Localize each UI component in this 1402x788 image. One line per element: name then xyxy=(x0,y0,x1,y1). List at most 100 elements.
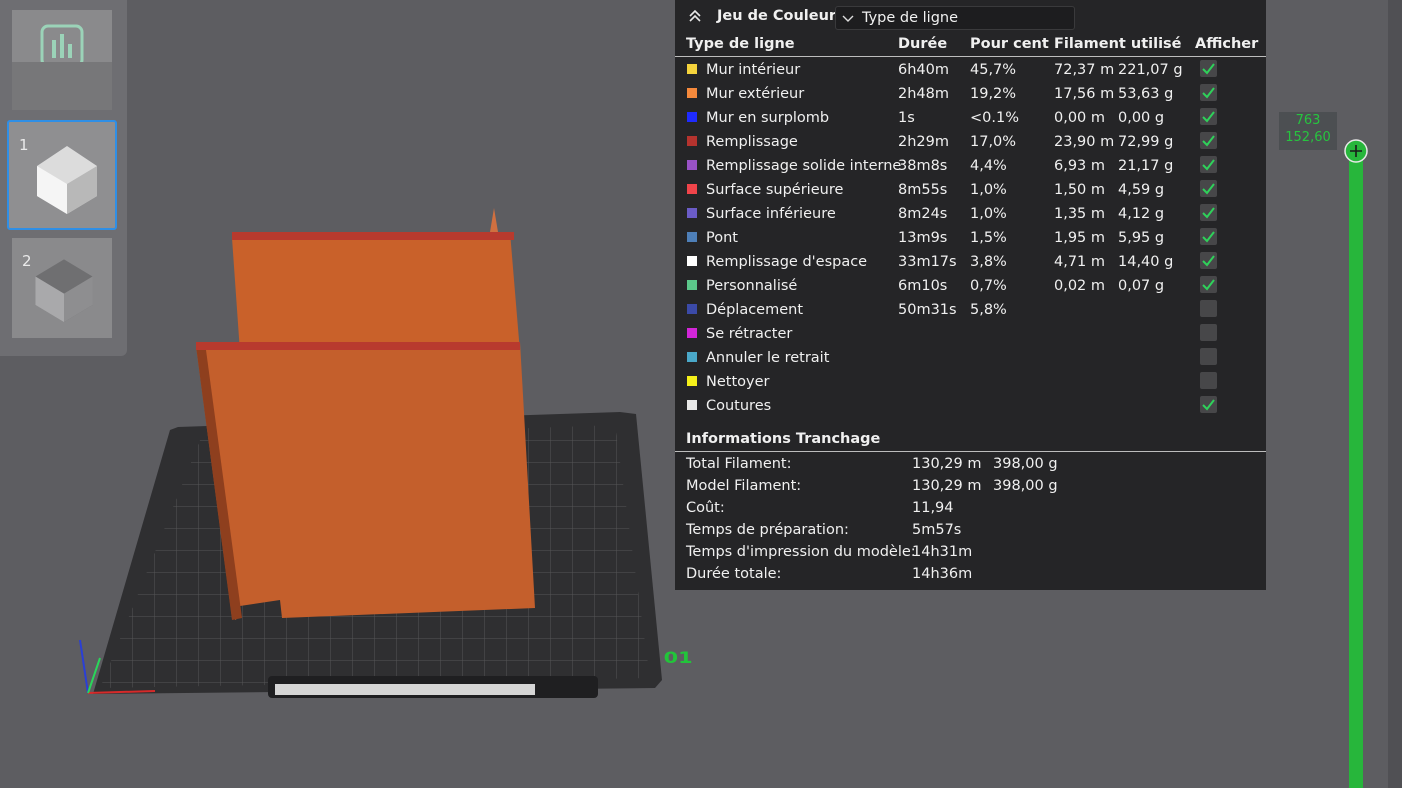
right-scrollbar[interactable] xyxy=(1388,0,1402,788)
plate-number-label: 01 xyxy=(663,648,693,667)
color-swatch xyxy=(687,88,697,98)
view-mode-dropdown[interactable]: Type de ligne xyxy=(835,6,1075,30)
plate-label-strip xyxy=(275,684,535,695)
duration-value: 38m8s xyxy=(898,158,948,174)
view-mode-value: Type de ligne xyxy=(862,10,959,26)
info-value-1: 130,29 m xyxy=(912,456,982,472)
model-back-wall xyxy=(232,232,520,352)
filament-weight: 4,59 g xyxy=(1118,182,1165,198)
info-value-1: 11,94 xyxy=(912,500,954,516)
layer-slider-track[interactable] xyxy=(1349,150,1363,788)
color-swatch xyxy=(687,184,697,194)
line-type-name: Remplissage solide interne xyxy=(706,158,902,174)
color-swatch xyxy=(687,352,697,362)
line-type-name: Nettoyer xyxy=(706,374,770,390)
color-swatch xyxy=(687,400,697,410)
checkmark-icon xyxy=(1202,183,1215,195)
show-checkbox[interactable] xyxy=(1200,228,1217,245)
collapse-icon[interactable] xyxy=(687,8,703,24)
show-checkbox[interactable] xyxy=(1200,108,1217,125)
line-type-name: Remplissage d'espace xyxy=(706,254,868,270)
legend-row: Surface supérieure 8m55s 1,0% 1,50 m 4,59 g xyxy=(675,178,1266,202)
slice-info-row: Durée totale: 14h36m xyxy=(675,563,1266,585)
checkmark-icon xyxy=(1202,63,1215,75)
percent-value: 19,2% xyxy=(970,86,1017,102)
line-type-name: Mur extérieur xyxy=(706,86,805,102)
duration-value: 6h40m xyxy=(898,62,949,78)
duration-value: 13m9s xyxy=(898,230,948,246)
slice-info-row: Coût: 11,94 xyxy=(675,497,1266,519)
plate-preview-image xyxy=(35,259,93,323)
show-checkbox[interactable] xyxy=(1200,348,1217,365)
divider xyxy=(675,56,1266,57)
show-checkbox[interactable] xyxy=(1200,180,1217,197)
color-swatch xyxy=(687,304,697,314)
filament-length: 1,95 m xyxy=(1054,230,1106,246)
percent-value: 5,8% xyxy=(970,302,1007,318)
layer-slider-label: 763 152,60 xyxy=(1279,112,1337,150)
layer-slider-handle[interactable] xyxy=(1343,138,1369,164)
show-checkbox[interactable] xyxy=(1200,132,1217,149)
info-value-2: 398,00 g xyxy=(993,478,1058,494)
model-top-edge xyxy=(232,232,514,240)
divider xyxy=(675,451,1266,452)
chevron-down-icon xyxy=(842,15,854,22)
show-checkbox[interactable] xyxy=(1200,204,1217,221)
duration-value: 2h29m xyxy=(898,134,949,150)
line-type-name: Mur en surplomb xyxy=(706,110,830,126)
line-type-name: Remplissage xyxy=(706,134,798,150)
percent-value: 0,7% xyxy=(970,278,1007,294)
filament-length: 0,00 m xyxy=(1054,110,1106,126)
filament-weight: 4,12 g xyxy=(1118,206,1165,222)
z-axis xyxy=(79,639,89,694)
info-value-1: 5m57s xyxy=(912,522,962,538)
line-type-name: Personnalisé xyxy=(706,278,798,294)
show-checkbox[interactable] xyxy=(1200,276,1217,293)
info-label: Durée totale: xyxy=(686,566,782,582)
show-checkbox[interactable] xyxy=(1200,372,1217,389)
checkmark-icon xyxy=(1202,399,1215,411)
line-type-name: Déplacement xyxy=(706,302,804,318)
filament-weight: 21,17 g xyxy=(1118,158,1174,174)
line-type-name: Mur intérieur xyxy=(706,62,801,78)
show-checkbox[interactable] xyxy=(1200,156,1217,173)
line-type-name: Surface supérieure xyxy=(706,182,844,198)
legend-row: Remplissage solide interne 38m8s 4,4% 6,93 … xyxy=(675,154,1266,178)
line-type-name: Coutures xyxy=(706,398,772,414)
checkmark-icon xyxy=(1202,159,1215,171)
checkmark-icon xyxy=(1202,87,1215,99)
legend-header-row: Type de ligne Durée Pour cent Filament u… xyxy=(675,32,1266,56)
duration-value: 50m31s xyxy=(898,302,957,318)
filament-weight: 221,07 g xyxy=(1118,62,1183,78)
info-value-2: 398,00 g xyxy=(993,456,1058,472)
plate-thumbnail-2[interactable]: 2 xyxy=(12,238,112,338)
percent-value: 1,0% xyxy=(970,182,1007,198)
legend-row: Personnalisé 6m10s 0,7% 0,02 m 0,07 g xyxy=(675,274,1266,298)
show-checkbox[interactable] xyxy=(1200,252,1217,269)
color-swatch xyxy=(687,208,697,218)
show-checkbox[interactable] xyxy=(1200,60,1217,77)
percent-value: <0.1% xyxy=(970,110,1019,126)
show-checkbox[interactable] xyxy=(1200,84,1217,101)
legend-row: Pont 13m9s 1,5% 1,95 m 5,95 g xyxy=(675,226,1266,250)
color-swatch xyxy=(687,136,697,146)
col-header-show: Afficher xyxy=(1195,36,1259,52)
checkmark-icon xyxy=(1202,207,1215,219)
plate-preview-image xyxy=(37,146,97,214)
filament-length: 1,50 m xyxy=(1054,182,1106,198)
show-checkbox[interactable] xyxy=(1200,396,1217,413)
percent-value: 1,5% xyxy=(970,230,1007,246)
slice-stats-button[interactable] xyxy=(12,10,112,110)
color-swatch xyxy=(687,328,697,338)
model-front-top-edge xyxy=(196,342,520,350)
legend-row: Remplissage d'espace 33m17s 3,8% 4,71 m 14,4… xyxy=(675,250,1266,274)
legend-row: Déplacement 50m31s 5,8% xyxy=(675,298,1266,322)
duration-value: 33m17s xyxy=(898,254,957,270)
line-type-name: Surface inférieure xyxy=(706,206,836,222)
color-swatch xyxy=(687,232,697,242)
filament-weight: 14,40 g xyxy=(1118,254,1174,270)
color-swatch xyxy=(687,376,697,386)
plate-thumbnail-1[interactable]: 1 xyxy=(7,120,117,230)
show-checkbox[interactable] xyxy=(1200,324,1217,341)
show-checkbox[interactable] xyxy=(1200,300,1217,317)
